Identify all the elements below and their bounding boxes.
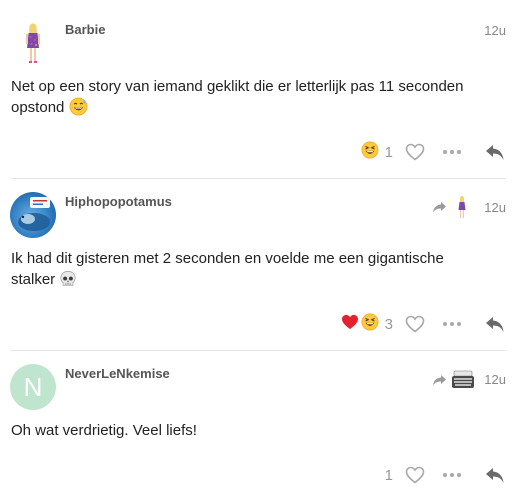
heart-outline-icon[interactable] xyxy=(405,143,425,161)
reply-arrow-icon xyxy=(433,202,446,213)
post-time[interactable]: 12u xyxy=(484,23,506,38)
user-avatar[interactable] xyxy=(10,20,56,66)
heart-outline-icon[interactable] xyxy=(405,315,425,333)
like-count[interactable]: 1 xyxy=(385,467,393,484)
post-time[interactable]: 12u xyxy=(484,200,506,215)
reply-icon[interactable] xyxy=(485,144,505,161)
post-actions: 1 xyxy=(361,140,516,164)
grinning-squint-reaction-icon[interactable] xyxy=(361,141,379,164)
more-options-icon[interactable] xyxy=(443,322,461,326)
reply-to-indicator[interactable] xyxy=(432,195,469,219)
post-actions: 1 xyxy=(381,463,516,487)
post-username[interactable]: Barbie xyxy=(65,22,105,37)
skull-emoji-icon xyxy=(59,270,77,294)
post-3: N NeverLeNkemise 12u Oh wat verdrietig. … xyxy=(0,350,516,500)
post-2: Hiphopopotamus 12u Ik had dit gisteren m… xyxy=(0,178,516,350)
post-body-text: Oh wat verdrietig. Veel liefs! xyxy=(11,422,197,439)
like-count[interactable]: 1 xyxy=(385,144,393,161)
typewriter-avatar-icon xyxy=(452,370,474,388)
reply-icon[interactable] xyxy=(485,467,505,484)
heart-outline-icon[interactable] xyxy=(405,466,425,484)
reply-arrow-icon xyxy=(433,375,446,386)
post-body: Net op een story van iemand geklikt die … xyxy=(11,76,481,122)
post-actions: 3 xyxy=(341,312,516,336)
reply-to-indicator[interactable] xyxy=(432,370,475,390)
post-time[interactable]: 12u xyxy=(484,372,506,387)
reply-icon[interactable] xyxy=(485,316,505,333)
post-username[interactable]: Hiphopopotamus xyxy=(65,194,172,209)
user-avatar[interactable]: N xyxy=(10,364,56,410)
like-count[interactable]: 3 xyxy=(385,316,393,333)
more-options-icon[interactable] xyxy=(443,150,461,154)
hippo-avatar-icon xyxy=(18,197,50,231)
grinning-squint-reaction-icon[interactable] xyxy=(361,313,379,336)
user-avatar[interactable] xyxy=(10,192,56,238)
more-options-icon[interactable] xyxy=(443,473,461,477)
heart-reaction-icon[interactable] xyxy=(341,314,359,335)
post-body: Oh wat verdrietig. Veel liefs! xyxy=(11,420,481,441)
sweat-smile-emoji-icon xyxy=(69,97,88,122)
post-1: Barbie 12u Net op een story van iemand g… xyxy=(0,0,516,177)
post-username[interactable]: NeverLeNkemise xyxy=(65,366,170,381)
post-body: Ik had dit gisteren met 2 seconden en vo… xyxy=(11,248,481,294)
barbie-doll-icon xyxy=(26,23,40,63)
barbie-doll-icon xyxy=(458,196,466,218)
